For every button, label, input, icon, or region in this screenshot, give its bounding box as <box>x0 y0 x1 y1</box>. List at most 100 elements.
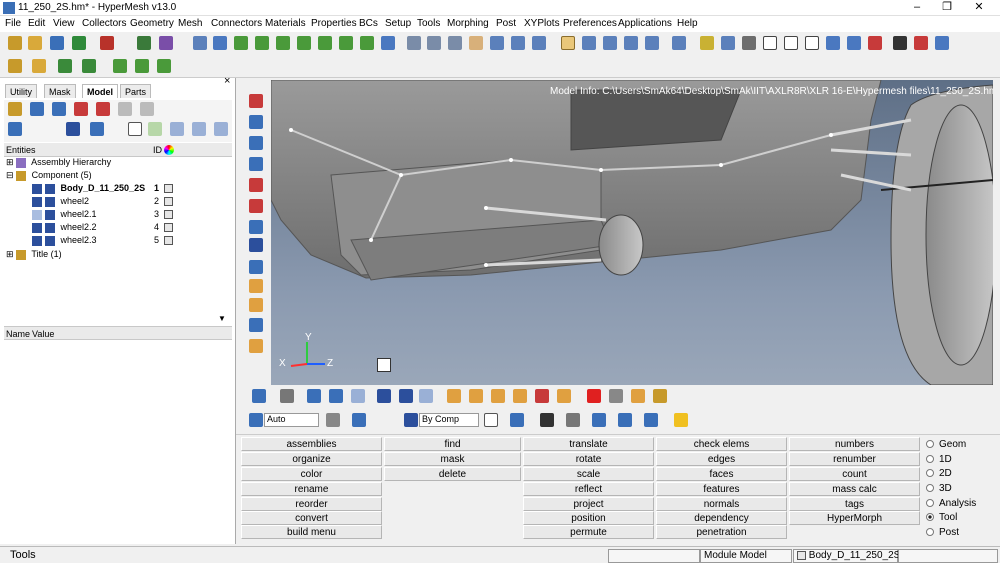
elem-display-icon[interactable] <box>826 36 840 50</box>
panel-build-menu-button[interactable]: build menu <box>241 525 382 539</box>
tree-row-component[interactable]: wheel2 2 <box>32 196 173 209</box>
menu-file[interactable]: File <box>5 18 21 29</box>
panel-translate-button[interactable]: translate <box>523 437 654 451</box>
menu-view[interactable]: View <box>53 18 75 29</box>
redo-view-icon[interactable] <box>419 389 433 403</box>
view-iso-icon[interactable] <box>360 36 374 50</box>
solid-icon[interactable] <box>510 413 524 427</box>
panel-project-button[interactable]: project <box>523 497 654 511</box>
view-rotate-icon[interactable] <box>381 36 395 50</box>
menu-bcs[interactable]: BCs <box>359 18 378 29</box>
model-files-icon[interactable] <box>159 36 173 50</box>
spin-icon[interactable] <box>532 36 546 50</box>
tube-icon[interactable] <box>721 36 735 50</box>
side-tool-3-icon[interactable] <box>249 136 263 150</box>
browser-show-icon[interactable] <box>66 122 80 136</box>
view-xz-front-icon[interactable] <box>318 36 332 50</box>
undo-icon[interactable] <box>214 122 228 136</box>
expand-icon[interactable]: ⊞ <box>6 249 14 259</box>
mask-tool-1-icon[interactable] <box>447 389 461 403</box>
radio-3d[interactable]: 3D <box>926 483 952 494</box>
browser-view-icon[interactable] <box>8 122 22 136</box>
eye-icon[interactable] <box>192 122 206 136</box>
tab-parts[interactable]: Parts <box>120 84 152 98</box>
view-yz-right-icon[interactable] <box>297 36 311 50</box>
tab-model[interactable]: Model <box>82 84 118 98</box>
component-color-swatch[interactable] <box>164 210 173 219</box>
side-tool-12-icon[interactable] <box>249 318 263 332</box>
collapse-icon[interactable]: ⊟ <box>6 170 14 180</box>
radio-tool[interactable]: Tool <box>926 512 957 523</box>
menu-preferences[interactable]: Preferences <box>563 18 617 29</box>
import-icon[interactable] <box>28 36 42 50</box>
status-component[interactable]: Body_D_11_250_2S <box>793 549 900 563</box>
menu-materials[interactable]: Materials <box>265 18 306 29</box>
side-tool-7-icon[interactable] <box>249 220 263 234</box>
menu-edit[interactable]: Edit <box>28 18 45 29</box>
lighting-icon[interactable] <box>352 413 366 427</box>
component-color-swatch[interactable] <box>164 236 173 245</box>
updown-icon[interactable] <box>511 36 525 50</box>
import-solver-icon[interactable] <box>72 36 86 50</box>
view-yz-left-icon[interactable] <box>276 36 290 50</box>
collector-icon[interactable] <box>8 59 22 73</box>
sum-icon[interactable] <box>893 36 907 50</box>
panel-permute-button[interactable]: permute <box>523 525 654 539</box>
mesh-display-icon[interactable] <box>672 36 686 50</box>
component-color-swatch[interactable] <box>164 197 173 206</box>
browser-isolate-icon[interactable] <box>90 122 104 136</box>
cube-wire-icon[interactable] <box>763 36 777 50</box>
undo-view-icon[interactable] <box>351 389 365 403</box>
component-mesh-icon[interactable] <box>45 222 55 233</box>
display-mode-3-icon[interactable] <box>603 36 617 50</box>
display-auto-icon[interactable] <box>249 413 263 427</box>
export-tool-icon[interactable] <box>82 59 96 73</box>
browser-add-icon[interactable] <box>148 122 162 136</box>
panel-tags-button[interactable]: tags <box>789 497 920 511</box>
panel-scale-button[interactable]: scale <box>523 467 654 481</box>
panel-organize-button[interactable]: organize <box>241 452 382 466</box>
panel-faces-button[interactable]: faces <box>656 467 787 481</box>
view-cube-icon[interactable] <box>377 358 391 372</box>
side-tool-5-icon[interactable] <box>249 178 263 192</box>
close-browser-icon[interactable]: × <box>224 75 230 87</box>
tree-row-component[interactable]: wheel2.2 4 <box>32 222 173 235</box>
vis-tool-3-icon[interactable] <box>631 389 645 403</box>
browser-tool-2-icon[interactable] <box>30 102 44 116</box>
component-mesh-icon[interactable] <box>45 196 55 207</box>
camera-icon[interactable] <box>618 413 632 427</box>
splitter-arrow-icon[interactable]: ▼ <box>218 314 226 323</box>
cube-edges-icon[interactable] <box>805 36 819 50</box>
panel-reorder-button[interactable]: reorder <box>241 497 382 511</box>
plus-icon[interactable] <box>399 389 413 403</box>
panel-color-button[interactable]: color <box>241 467 382 481</box>
star-icon[interactable] <box>674 413 688 427</box>
view-xy-bottom-icon[interactable] <box>255 36 269 50</box>
tree-row-component[interactable]: wheel2.1 3 <box>32 209 173 222</box>
menu-properties[interactable]: Properties <box>311 18 357 29</box>
sum-tool-2-icon[interactable] <box>135 59 149 73</box>
tab-utility[interactable]: Utility <box>5 84 37 98</box>
elem-display-3-icon[interactable] <box>868 36 882 50</box>
browser-tool-4-icon[interactable] <box>74 102 88 116</box>
minus-icon[interactable] <box>377 389 391 403</box>
component-color-swatch[interactable] <box>164 223 173 232</box>
organize-icon[interactable] <box>32 59 46 73</box>
component-mesh-icon[interactable] <box>45 235 55 246</box>
panel-features-button[interactable]: features <box>656 482 787 496</box>
browser-tool-3-icon[interactable] <box>52 102 66 116</box>
wire-icon[interactable] <box>484 413 498 427</box>
wrench-icon[interactable] <box>280 389 294 403</box>
vector-icon[interactable] <box>566 413 580 427</box>
line-icon[interactable] <box>700 36 714 50</box>
panel-mask-button[interactable]: mask <box>384 452 521 466</box>
graphics-viewport[interactable]: Model Info: C:\Users\SmAk64\Desktop\SmAk… <box>271 80 993 385</box>
panel-numbers-button[interactable]: numbers <box>789 437 920 451</box>
panel-convert-button[interactable]: convert <box>241 511 382 525</box>
browser-tool-7-icon[interactable] <box>140 102 154 116</box>
plane-icon[interactable] <box>592 413 606 427</box>
sum-tool-icon[interactable] <box>113 59 127 73</box>
color-by-icon[interactable] <box>404 413 418 427</box>
menu-post[interactable]: Post <box>496 18 516 29</box>
side-tool-6-icon[interactable] <box>249 199 263 213</box>
